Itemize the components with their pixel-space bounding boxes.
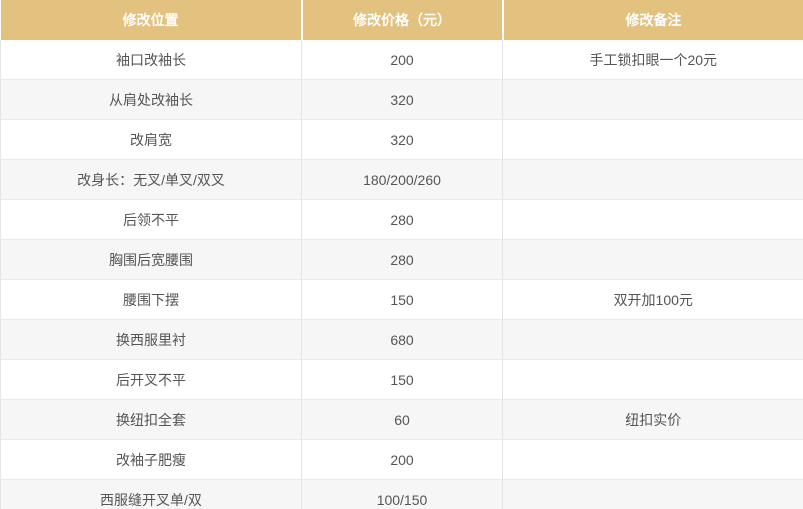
header-price: 修改价格（元） xyxy=(301,0,504,40)
table-row: 后开叉不平 150 xyxy=(0,359,803,400)
cell-position: 后开叉不平 xyxy=(0,359,302,400)
cell-position: 袖口改袖长 xyxy=(0,40,302,80)
table-row: 换西服里衬 680 xyxy=(0,319,803,360)
table-row: 从肩处改袖长 320 xyxy=(0,79,803,120)
cell-position: 腰围下摆 xyxy=(0,279,302,320)
cell-note xyxy=(502,239,803,280)
cell-note: 手工锁扣眼一个20元 xyxy=(502,40,803,80)
header-note: 修改备注 xyxy=(502,0,803,40)
cell-price: 200 xyxy=(301,40,503,80)
cell-price: 150 xyxy=(301,279,503,320)
cell-price: 280 xyxy=(301,199,503,240)
cell-position: 西服缝开叉单/双 xyxy=(0,479,302,509)
table-body: 袖口改袖长 200 手工锁扣眼一个20元 从肩处改袖长 320 改肩宽 320 … xyxy=(0,40,803,509)
cell-position: 换西服里衬 xyxy=(0,319,302,360)
table-row: 胸围后宽腰围 280 xyxy=(0,239,803,280)
table-row: 改身长：无叉/单叉/双叉 180/200/260 xyxy=(0,159,803,200)
cell-note xyxy=(502,199,803,240)
cell-note xyxy=(502,479,803,509)
cell-price: 180/200/260 xyxy=(301,159,503,200)
cell-note xyxy=(502,119,803,160)
table-row: 腰围下摆 150 双开加100元 xyxy=(0,279,803,320)
cell-position: 后领不平 xyxy=(0,199,302,240)
table-row: 后领不平 280 xyxy=(0,199,803,240)
table-row: 西服缝开叉单/双 100/150 xyxy=(0,479,803,509)
cell-note: 纽扣实价 xyxy=(502,399,803,440)
cell-price: 150 xyxy=(301,359,503,400)
header-position: 修改位置 xyxy=(0,0,303,40)
cell-price: 320 xyxy=(301,79,503,120)
header-row: 修改位置 修改价格（元） 修改备注 xyxy=(0,0,803,40)
cell-note: 双开加100元 xyxy=(502,279,803,320)
cell-position: 从肩处改袖长 xyxy=(0,79,302,120)
cell-price: 280 xyxy=(301,239,503,280)
table-row: 改袖子肥瘦 200 xyxy=(0,439,803,480)
cell-position: 改身长：无叉/单叉/双叉 xyxy=(0,159,302,200)
table-row: 改肩宽 320 xyxy=(0,119,803,160)
cell-position: 胸围后宽腰围 xyxy=(0,239,302,280)
alteration-price-table: 修改位置 修改价格（元） 修改备注 袖口改袖长 200 手工锁扣眼一个20元 从… xyxy=(0,0,803,509)
cell-position: 改肩宽 xyxy=(0,119,302,160)
cell-price: 320 xyxy=(301,119,503,160)
cell-price: 200 xyxy=(301,439,503,480)
cell-note xyxy=(502,439,803,480)
cell-note xyxy=(502,319,803,360)
cell-price: 60 xyxy=(301,399,503,440)
cell-price: 100/150 xyxy=(301,479,503,509)
cell-position: 改袖子肥瘦 xyxy=(0,439,302,480)
cell-price: 680 xyxy=(301,319,503,360)
table-header: 修改位置 修改价格（元） 修改备注 xyxy=(0,0,803,40)
cell-note xyxy=(502,79,803,120)
table-row: 换纽扣全套 60 纽扣实价 xyxy=(0,399,803,440)
table-row: 袖口改袖长 200 手工锁扣眼一个20元 xyxy=(0,40,803,80)
cell-note xyxy=(502,359,803,400)
cell-note xyxy=(502,159,803,200)
cell-position: 换纽扣全套 xyxy=(0,399,302,440)
